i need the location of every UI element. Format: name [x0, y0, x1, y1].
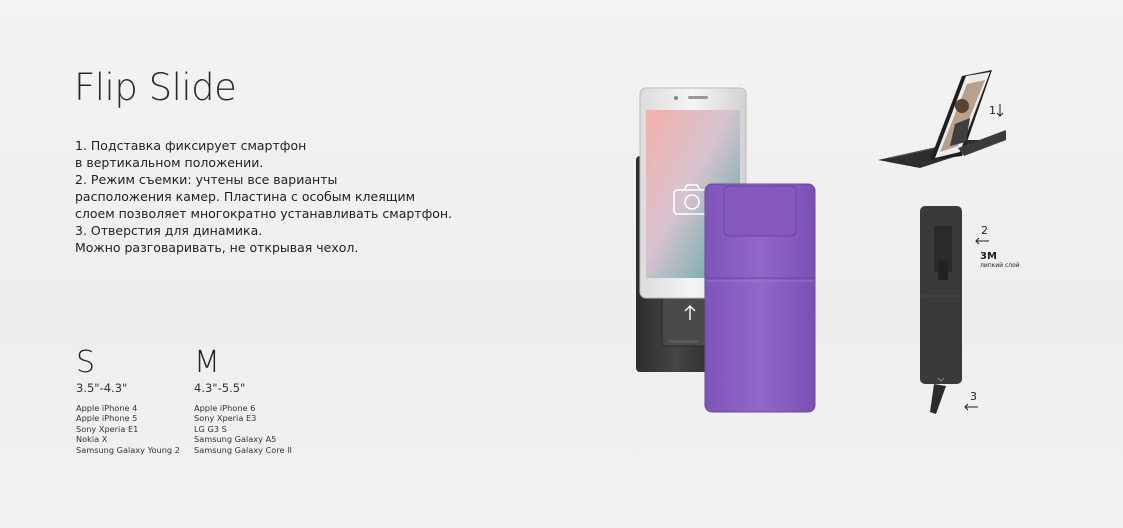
- callout-number: 2: [981, 224, 988, 237]
- callout-number: 1: [989, 104, 996, 117]
- adhesive-brand: 3M: [980, 251, 997, 262]
- purple-case: [704, 183, 816, 413]
- arrow-down-icon: [996, 104, 1004, 117]
- stand-mode-illustration: [878, 70, 1006, 168]
- product-illustrations: 1 2 3M липкий слой 3: [636, 70, 1020, 414]
- arrow-left-icon: [964, 403, 978, 411]
- callout-number: 3: [970, 390, 977, 403]
- adhesive-label: липкий слой: [980, 262, 1020, 269]
- case-side-illustration: [920, 206, 962, 414]
- arrow-left-icon: [975, 237, 989, 245]
